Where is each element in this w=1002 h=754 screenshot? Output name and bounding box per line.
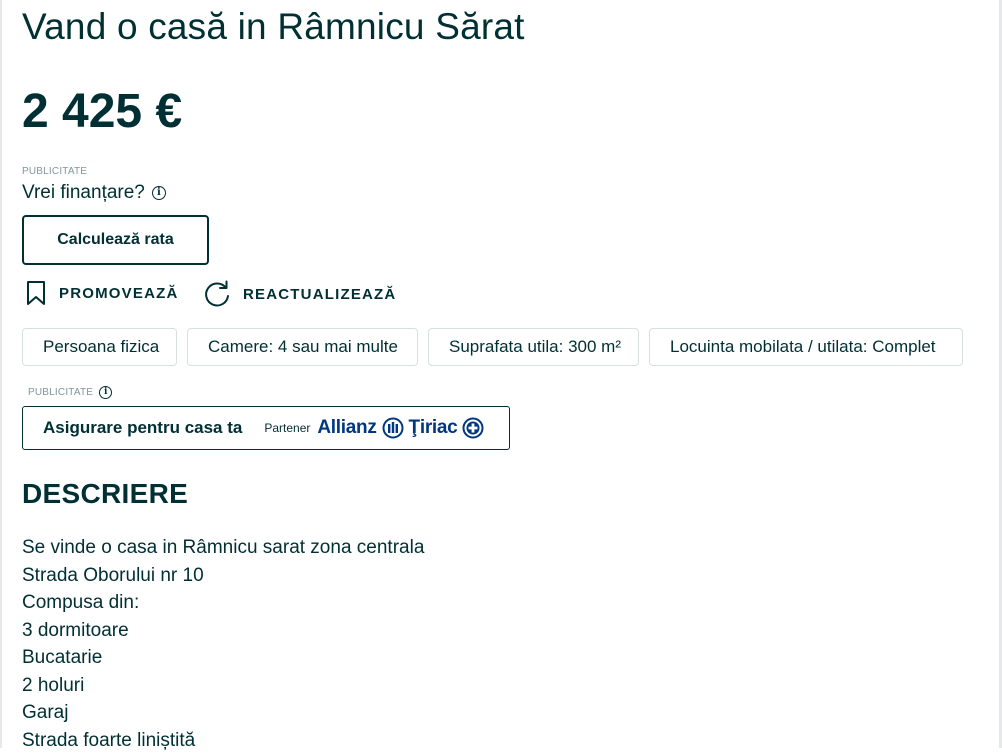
promote-label: PROMOVEAZĂ (59, 285, 179, 302)
description-line: Strada Oborului nr 10 (22, 562, 424, 590)
financing-question: Vrei finanțare? i (22, 182, 166, 204)
info-icon[interactable]: i (152, 186, 166, 200)
allianz-logo-icon (382, 417, 404, 439)
tiriac-logo-icon (462, 417, 484, 439)
calculate-rate-button[interactable]: Calculează rata (22, 215, 209, 265)
description-line: Se vinde o casa in Râmnicu sarat zona ce… (22, 534, 424, 562)
insurance-banner[interactable]: Asigurare pentru casa ta Partener Allian… (22, 406, 510, 450)
insurance-text: Asigurare pentru casa ta (43, 418, 242, 438)
description-line: 2 holuri (22, 672, 424, 700)
description-line: Strada foarte liniștită (22, 727, 424, 754)
refresh-label: REACTUALIZEAZĂ (243, 286, 396, 303)
description-heading: DESCRIERE (22, 478, 188, 510)
tag-furnished[interactable]: Locuinta mobilata / utilata: Complet (649, 328, 963, 366)
ad-label: PUBLICITATE (22, 166, 87, 177)
financing-question-text: Vrei finanțare? (22, 182, 145, 204)
info-icon[interactable]: i (99, 386, 112, 399)
bookmark-icon (25, 280, 47, 306)
listing-price: 2 425 € (22, 84, 182, 139)
description-line: Garaj (22, 699, 424, 727)
description-line: Compusa din: (22, 589, 424, 617)
listing-title: Vand o casă in Râmnicu Sărat (22, 6, 525, 48)
promote-action[interactable]: PROMOVEAZĂ (25, 280, 179, 306)
ad-label-insurance-text: PUBLICITATE (28, 387, 93, 398)
description-line: 3 dormitoare (22, 617, 424, 645)
tag-surface[interactable]: Suprafata utila: 300 m² (428, 328, 639, 366)
description-line: Bucatarie (22, 644, 424, 672)
page-frame-left (0, 0, 2, 748)
refresh-icon (203, 280, 231, 308)
partner-label: Partener (264, 421, 310, 435)
tag-seller-type[interactable]: Persoana fizica (22, 328, 177, 366)
brand-allianz: Allianz (317, 417, 376, 439)
refresh-action[interactable]: REACTUALIZEAZĂ (203, 280, 396, 308)
brand-tiriac: Ţiriac (409, 417, 458, 439)
description-body: Se vinde o casa in Râmnicu sarat zona ce… (22, 534, 424, 754)
ad-label-insurance: PUBLICITATE i (28, 386, 112, 399)
tag-rooms[interactable]: Camere: 4 sau mai multe (187, 328, 418, 366)
